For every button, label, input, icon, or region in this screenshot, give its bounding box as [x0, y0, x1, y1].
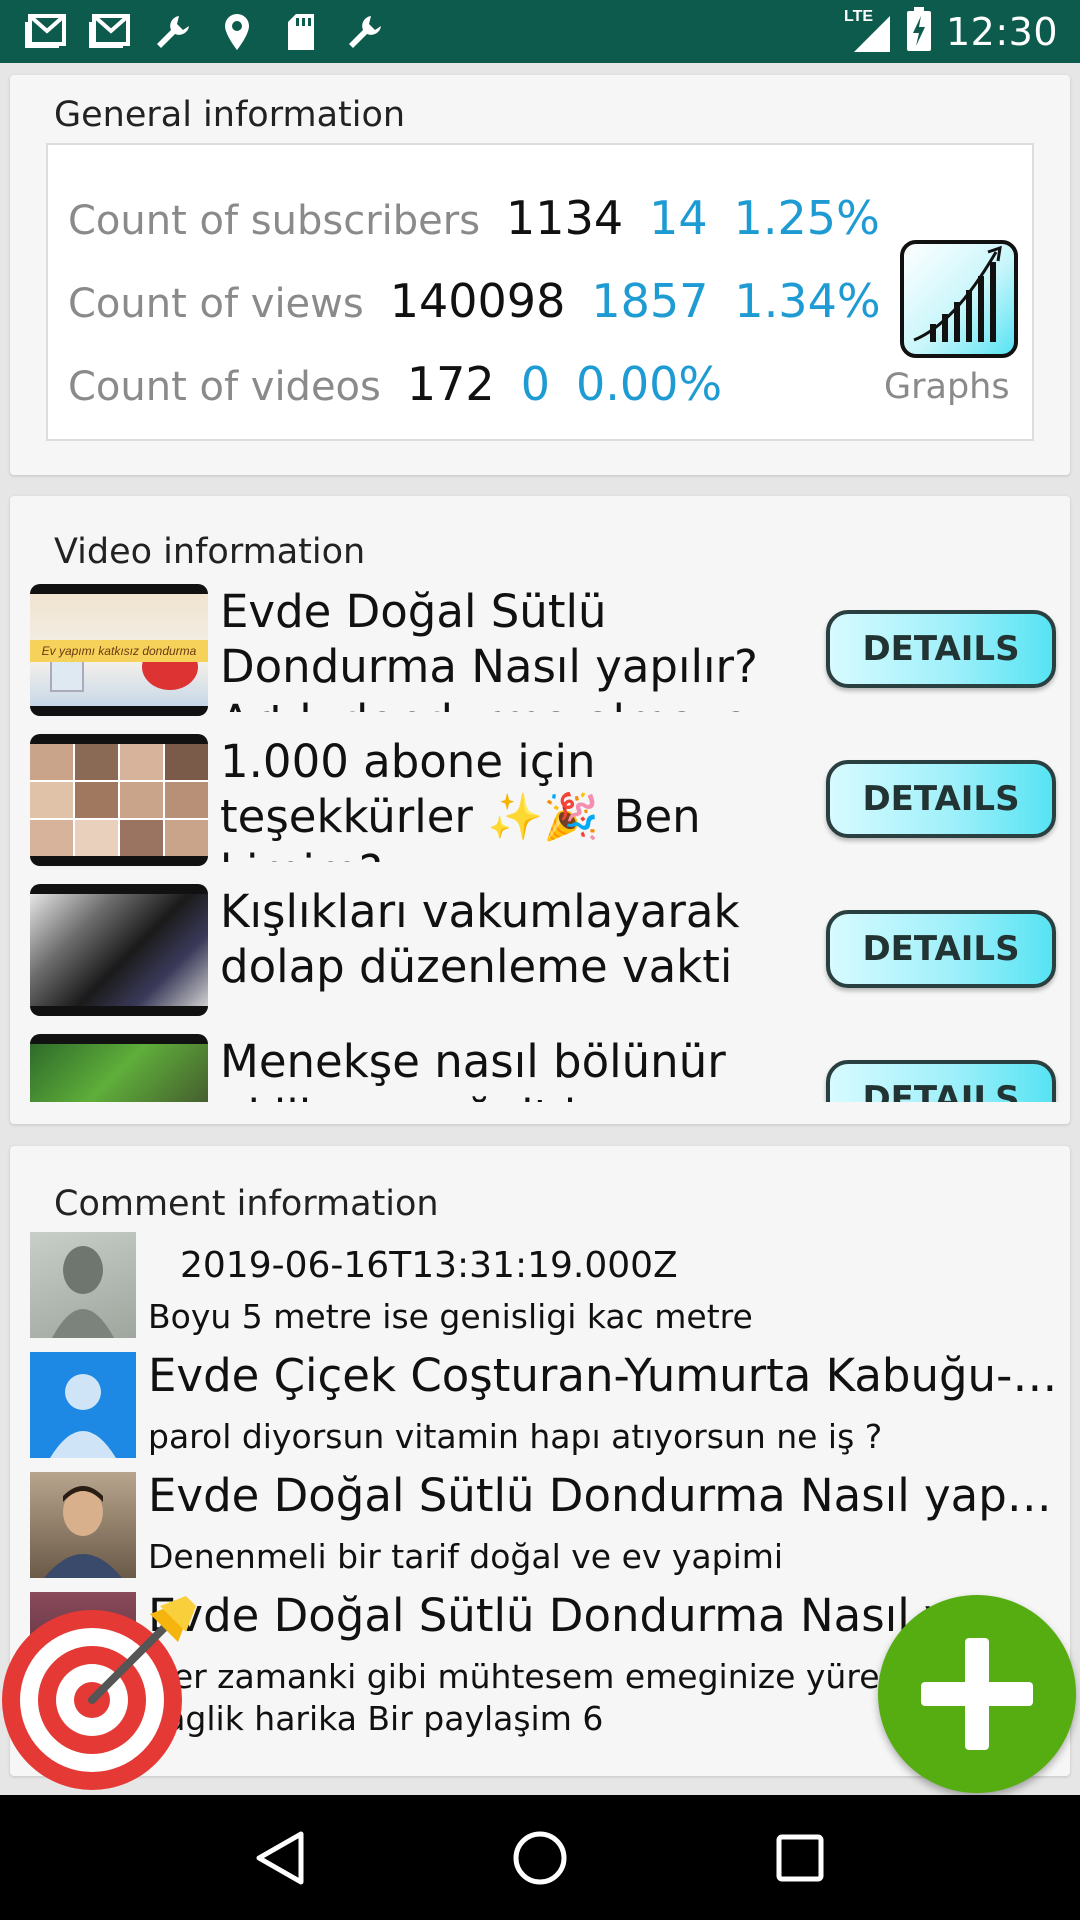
comment-item[interactable]: Evde Doğal Sütlü Dondurma Nasıl yapılır?…: [30, 1469, 1060, 1584]
stat-label: Count of subscribers: [68, 198, 481, 244]
stat-delta: 0: [520, 357, 550, 411]
recents-icon[interactable]: [760, 1818, 840, 1898]
stat-label: Count of videos: [68, 364, 381, 410]
stat-row-videos: Count of videos 172 0 0.00%: [68, 357, 722, 411]
avatar: [30, 1472, 136, 1578]
signal-icon: LTE: [842, 8, 892, 54]
stat-delta: 1857: [591, 274, 709, 328]
video-thumbnail: [30, 1034, 208, 1102]
details-button[interactable]: DETAILS: [826, 910, 1056, 988]
battery-charging-icon: [906, 7, 932, 56]
details-button[interactable]: DETAILS: [826, 610, 1056, 688]
video-title: Menekşe nasıl bölünür ekilir ve çoğaltıl…: [220, 1035, 726, 1102]
video-item: Ev yapımı katkısız dondurma Evde Doğal S…: [30, 584, 1060, 716]
avatar-placeholder-icon: [30, 1352, 136, 1458]
navigation-bar: [0, 1795, 1080, 1920]
location-icon: [214, 10, 260, 54]
target-icon[interactable]: [0, 1596, 196, 1792]
video-thumbnail: [30, 884, 208, 1016]
plus-icon: [921, 1638, 1033, 1750]
video-title: Evde Doğal Sütlü Dondurma Nasıl yapılır?…: [220, 585, 758, 712]
stat-row-views: Count of views 140098 1857 1.34%: [68, 274, 881, 328]
general-stats-box: Count of subscribers 1134 14 1.25% Count…: [46, 143, 1034, 441]
comment-info-title: Comment information: [54, 1184, 439, 1224]
comment-video-title: Evde Doğal Sütlü Dondurma Nasıl yapılır?…: [148, 1469, 1058, 1522]
comment-text: parol diyorsun vitamin hapı atıyorsun ne…: [148, 1417, 883, 1456]
clock: 12:30: [945, 9, 1058, 54]
comment-item[interactable]: Evde Çiçek Coşturan-Yumurta Kabuğu-Kumu …: [30, 1349, 1060, 1464]
stat-value: 172: [406, 357, 495, 411]
details-button[interactable]: DETAILS: [826, 760, 1056, 838]
comment-video-title: Evde Çiçek Coşturan-Yumurta Kabuğu-Kumu: [148, 1349, 1058, 1402]
stat-percent: 1.34%: [734, 274, 881, 328]
video-list[interactable]: Ev yapımı katkısız dondurma Evde Doğal S…: [10, 584, 1070, 1102]
sd-card-icon: [278, 10, 324, 54]
video-title: Kışlıkları vakumlayarak dolap düzenleme …: [220, 885, 740, 993]
home-icon[interactable]: [500, 1818, 580, 1898]
add-button[interactable]: [878, 1595, 1076, 1793]
video-item: Kışlıkları vakumlayarak dolap düzenleme …: [30, 884, 1060, 1016]
video-title: 1.000 abone için teşekkürler ✨🎉 Ben kimi…: [220, 735, 701, 862]
general-info-card: General information Count of subscribers…: [10, 75, 1070, 475]
stat-row-subscribers: Count of subscribers 1134 14 1.25%: [68, 191, 880, 245]
comment-date: 2019-06-16T13:31:19.000Z: [180, 1245, 678, 1286]
status-bar: LTE 12:30: [0, 0, 1080, 63]
gmail-icon: [22, 10, 68, 54]
video-thumbnail: Ev yapımı katkısız dondurma: [30, 584, 208, 716]
comment-text: Denenmeli bir tarif doğal ve ev yapimi: [148, 1537, 784, 1576]
growth-chart-icon: [913, 245, 1002, 342]
video-info-card: Video information Ev yapımı katkısız don…: [10, 496, 1070, 1124]
graphs-label: Graphs: [884, 367, 1010, 407]
wrench-icon: [342, 10, 388, 54]
stat-percent: 0.00%: [575, 357, 723, 411]
video-item: Menekşe nasıl bölünür ekilir ve çoğaltıl…: [30, 1034, 1060, 1102]
thumbnail-caption: Ev yapımı katkısız dondurma: [30, 640, 208, 662]
wrench-icon: [150, 10, 196, 54]
details-button[interactable]: DETAILS: [826, 1060, 1056, 1102]
avatar: [30, 1232, 136, 1338]
stat-delta: 14: [649, 191, 708, 245]
comment-item[interactable]: 2019-06-16T13:31:19.000Z Boyu 5 metre is…: [30, 1232, 1060, 1344]
stat-value: 140098: [389, 274, 566, 328]
general-info-title: General information: [54, 95, 406, 135]
gmail-icon: [86, 10, 132, 54]
stat-label: Count of views: [68, 281, 364, 327]
video-info-title: Video information: [54, 532, 366, 572]
graphs-button[interactable]: [900, 240, 1018, 358]
comment-text: Boyu 5 metre ise genisligi kac metre: [148, 1297, 753, 1336]
video-item: 1.000 abone için teşekkürler ✨🎉 Ben kimi…: [30, 734, 1060, 866]
stat-percent: 1.25%: [733, 191, 880, 245]
stat-value: 1134: [506, 191, 624, 245]
video-thumbnail: [30, 734, 208, 866]
back-icon[interactable]: [240, 1818, 320, 1898]
